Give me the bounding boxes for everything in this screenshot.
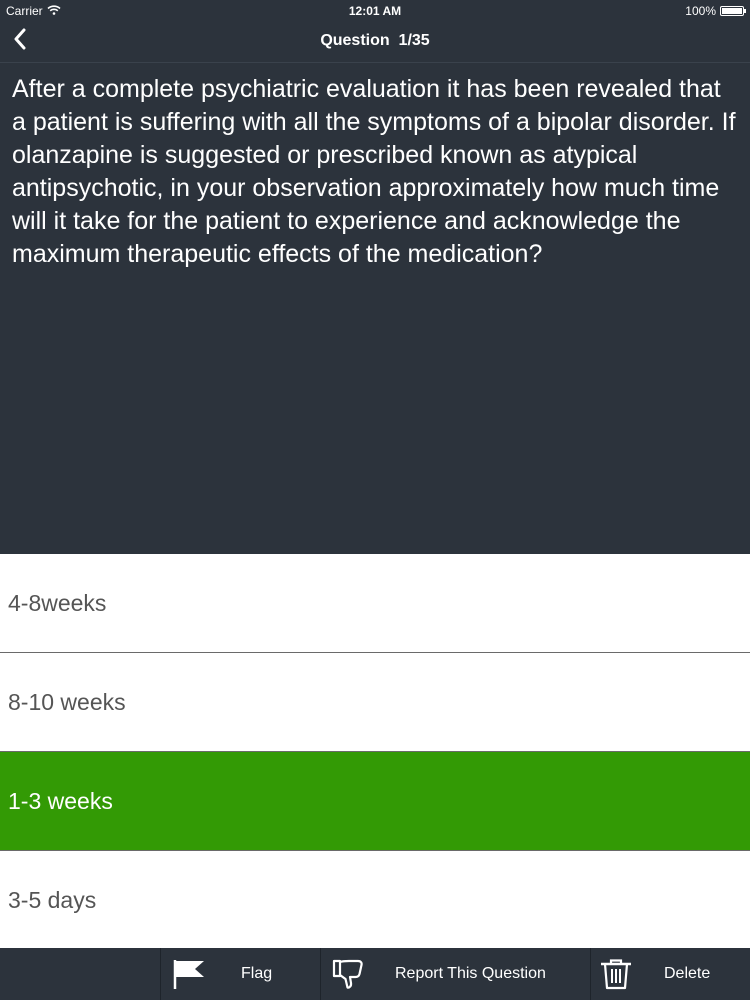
thumbs-down-icon (331, 958, 365, 995)
delete-label: Delete (664, 965, 711, 982)
answer-option-1[interactable]: 4-8weeks (0, 554, 750, 653)
delete-button[interactable]: Delete (590, 948, 750, 1000)
clock: 12:01 AM (348, 4, 402, 18)
bottom-toolbar: Flag Report This Question Delete (0, 948, 750, 1000)
question-counter-title: Question 1/35 (320, 32, 430, 49)
answer-label: 8-10 weeks (8, 688, 126, 715)
answer-option-2[interactable]: 8-10 weeks (0, 653, 750, 752)
answer-list: 4-8weeks 8-10 weeks 1-3 weeks 3-5 days (0, 554, 750, 950)
status-bar: Carrier 12:01 AM 100% (0, 0, 750, 22)
status-right: 100% (685, 4, 746, 18)
flag-button[interactable]: Flag (160, 948, 320, 1000)
question-area: After a complete psychiatric evaluation … (0, 62, 750, 554)
answer-option-4[interactable]: 3-5 days (0, 851, 750, 950)
answer-option-3[interactable]: 1-3 weeks (0, 752, 750, 851)
report-question-button[interactable]: Report This Question (320, 948, 590, 1000)
navigation-bar: Question 1/35 (0, 22, 750, 62)
battery-icon (720, 6, 746, 16)
answer-label: 1-3 weeks (8, 787, 113, 814)
answer-label: 4-8weeks (8, 589, 107, 616)
question-text: After a complete psychiatric evaluation … (12, 75, 736, 268)
flag-label: Flag (241, 965, 273, 982)
answer-label: 3-5 days (8, 887, 97, 913)
report-question-label: Report This Question (395, 965, 546, 982)
trash-icon (599, 958, 633, 995)
flag-icon (171, 958, 207, 995)
battery-percentage: 100% (685, 4, 716, 18)
